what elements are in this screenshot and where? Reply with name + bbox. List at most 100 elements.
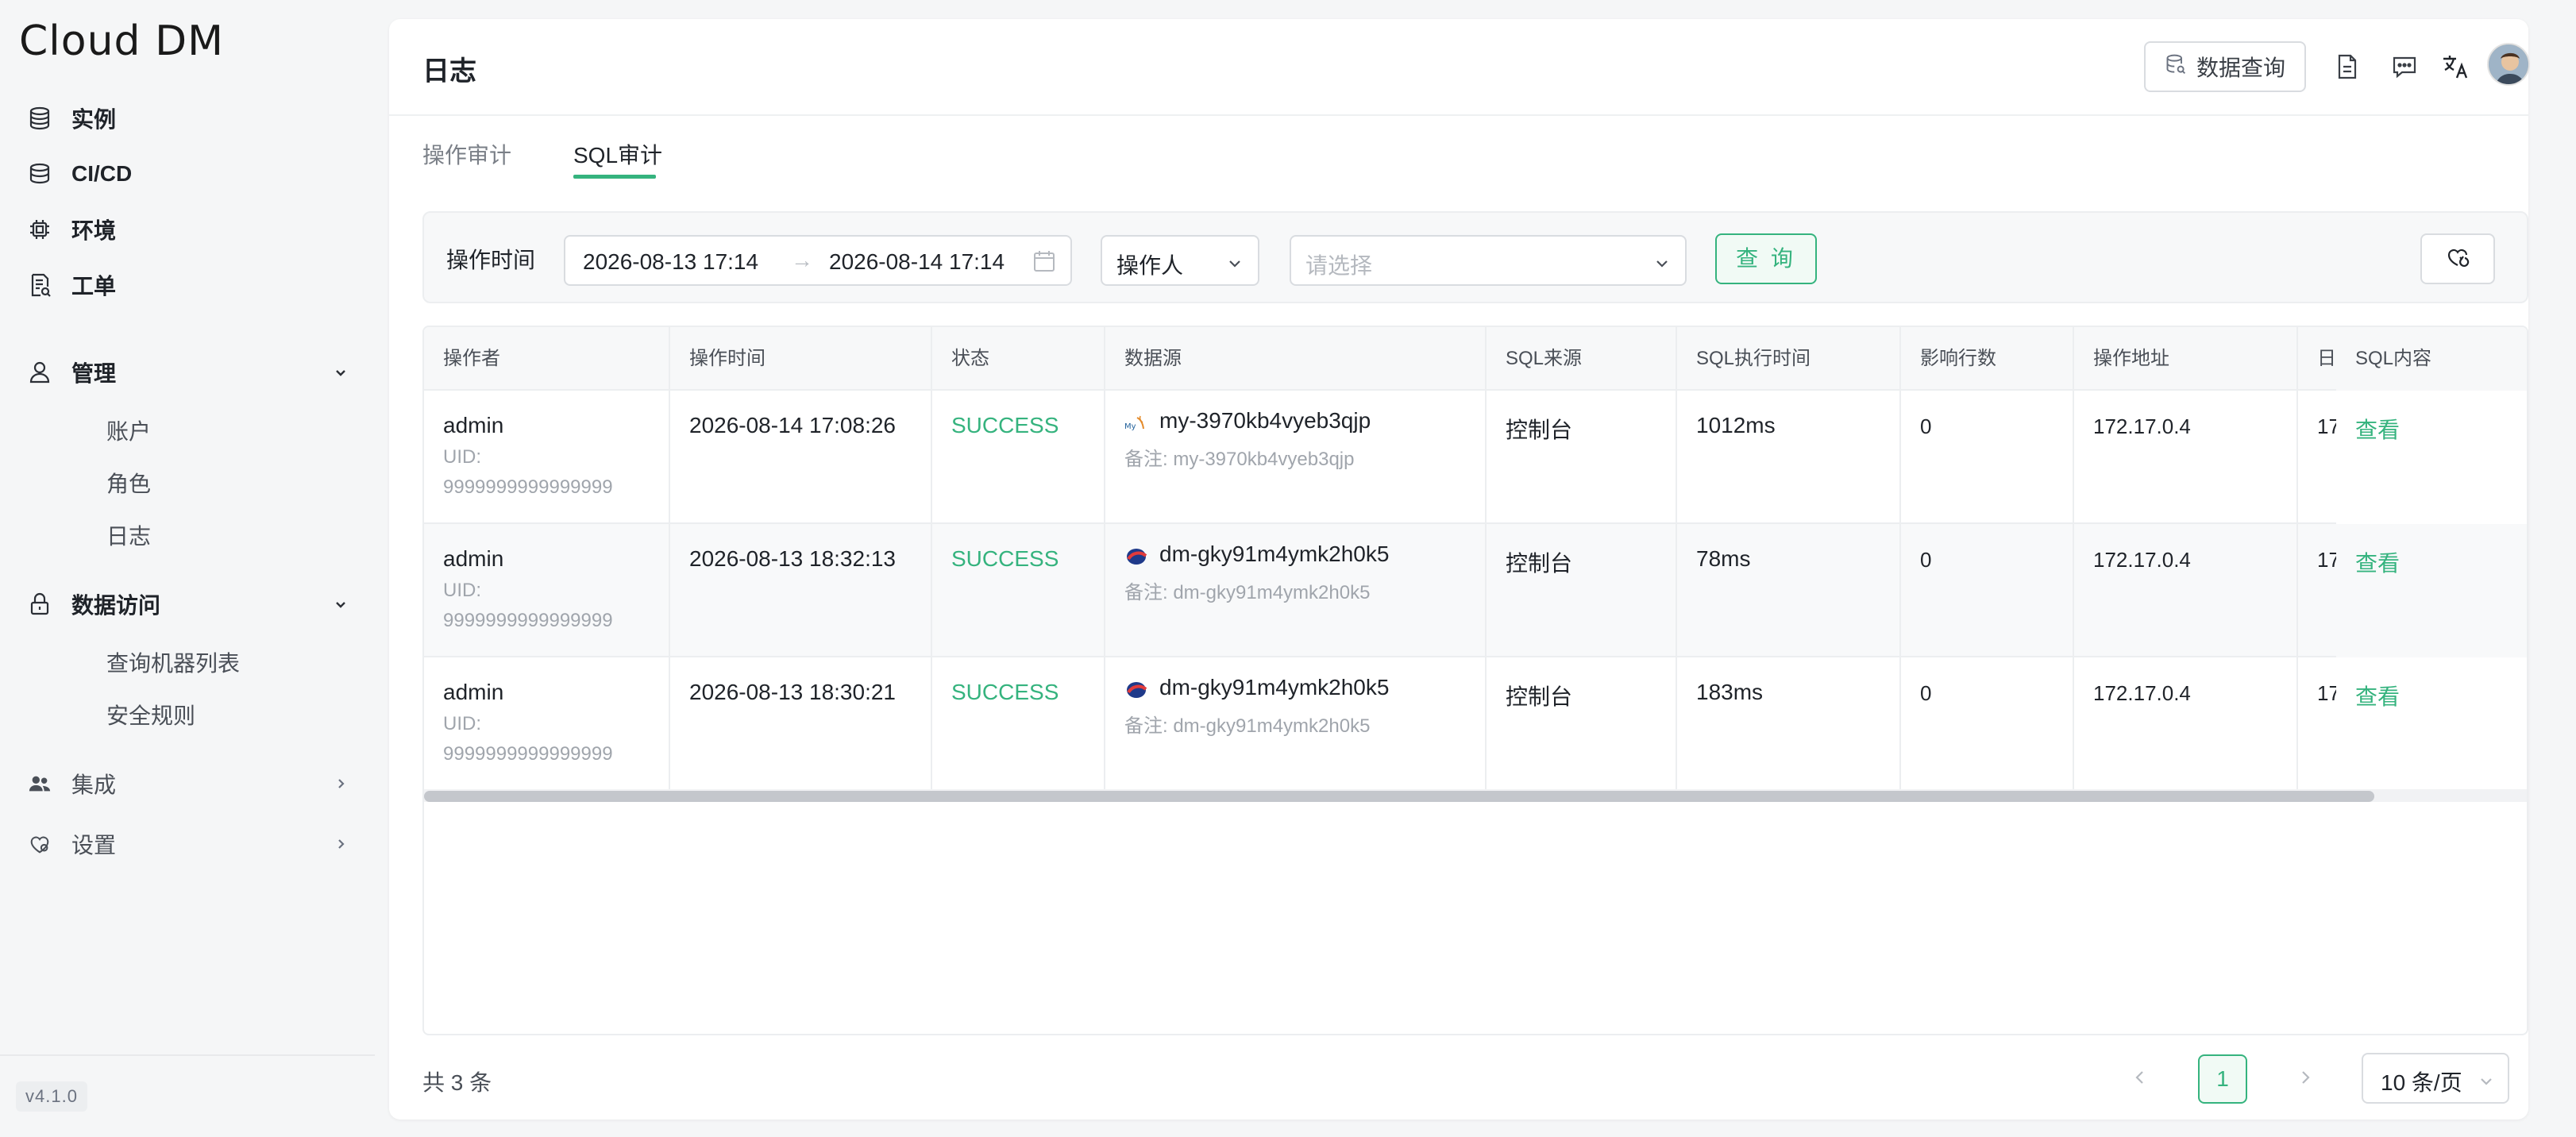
arrow-right-icon: → [791,248,813,272]
page-number-button[interactable]: 1 [2198,1054,2247,1104]
cell-sql-content: 查看 [2336,391,2527,524]
uid-value: 9999999999999999 [443,743,613,765]
sidebar-item-tickets[interactable]: 工单 [25,265,351,305]
sidebar-item-cicd[interactable]: CI/CD [25,154,351,194]
status-badge: SUCCESS [951,413,1059,437]
tab-sql-audit[interactable]: SQL审计 [573,138,662,170]
tab-operation-audit[interactable]: 操作审计 [422,138,511,170]
data-query-button[interactable]: 数据查询 [2144,41,2306,92]
tab-active-indicator [573,175,656,179]
datasource-name[interactable]: my-3970kb4vyeb3qjp [1159,408,1371,434]
operation-time: 2026-08-13 18:32:13 [689,546,896,571]
dm-db-icon [1124,680,1148,700]
cell-sql-content: 查看 [2336,524,2527,657]
filter-bar: 操作时间 2026-08-13 17:14 → 2026-08-14 17:14… [422,211,2528,303]
chevron-right-icon [330,773,351,794]
document-icon[interactable] [2330,49,2365,84]
sidebar-subitem-accounts[interactable]: 账户 [106,414,151,449]
sidebar-subitem-query-machines[interactable]: 查询机器列表 [106,646,240,681]
column-header-time: 操作时间 [670,327,932,391]
date-end[interactable]: 2026-08-14 17:14 [829,249,1005,275]
avatar[interactable] [2487,43,2530,86]
view-link[interactable]: 查看 [2355,413,2400,445]
datasource-note: 备注: dm-gky91m4ymk2h0k5 [1124,715,1371,737]
cell-status: SUCCESS [932,391,1105,524]
sql-source: 控制台 [1506,551,1573,576]
table-header: 操作者 操作时间 状态 数据源 SQL来源 SQL执行时间 影响行数 操作地址 … [424,327,2527,391]
horizontal-scrollbar[interactable] [424,789,2527,802]
prev-page-button[interactable] [2115,1054,2165,1104]
chevron-left-icon [2131,1069,2149,1090]
sidebar-item-data-access[interactable]: 数据访问 [25,584,351,624]
sidebar-item-instances[interactable]: 实例 [25,98,351,138]
operation-time: 2026-08-14 17:08:26 [689,413,896,437]
cell-operator: admin UID: 9999999999999999 [424,524,670,657]
operator-name: admin [443,413,504,437]
chevron-down-icon [330,362,351,383]
chat-icon[interactable] [2387,49,2422,84]
scrollbar-thumb[interactable] [424,791,2374,802]
operator-name: admin [443,546,504,571]
sidebar-item-label: 管理 [71,361,117,386]
status-badge: SUCCESS [951,546,1059,571]
affected-rows: 0 [1920,681,1932,705]
translate-icon[interactable] [2438,49,2473,84]
uid-value: 9999999999999999 [443,476,613,498]
exec-time: 1012ms [1696,413,1776,437]
chevron-down-icon [1226,252,1244,270]
column-header-exec-time: SQL执行时间 [1677,327,1901,391]
cell-datasource: dm-gky91m4ymk2h0k5 备注: dm-gky91m4ymk2h0k… [1105,657,1487,791]
exec-time: 183ms [1696,680,1764,704]
datasource-name[interactable]: dm-gky91m4ymk2h0k5 [1159,542,1389,567]
sidebar-item-manage[interactable]: 管理 [25,353,351,392]
cell-datasource: dm-gky91m4ymk2h0k5 备注: dm-gky91m4ymk2h0k… [1105,524,1487,657]
cell-sql-source: 控制台 [1487,657,1677,791]
cell-sql-content: 查看 [2336,657,2527,791]
sidebar-item-label: 集成 [71,773,117,797]
datasource-name[interactable]: dm-gky91m4ymk2h0k5 [1159,675,1389,700]
sidebar-item-label: CI/CD [71,161,133,186]
sidebar-item-integration[interactable]: 集成 [25,764,351,804]
sidebar-item-settings[interactable]: 设置 [25,824,351,864]
datasource-note: 备注: my-3970kb4vyeb3qjp [1124,449,1355,470]
uid-label: UID: [443,580,481,601]
datasource-note: 备注: dm-gky91m4ymk2h0k5 [1124,582,1371,603]
operator-select-value: 操作人 [1116,253,1184,278]
sidebar-subitem-logs[interactable]: 日志 [106,519,151,554]
chevron-right-icon [2296,1069,2314,1090]
sidebar-item-environment[interactable]: 环境 [25,210,351,249]
view-link[interactable]: 查看 [2355,680,2400,711]
refresh-button[interactable] [2420,233,2495,284]
date-start[interactable]: 2026-08-13 17:14 [583,249,758,275]
date-range-picker[interactable]: 2026-08-13 17:14 → 2026-08-14 17:14 [564,235,1072,286]
page-size-select[interactable]: 10 条/页 [2362,1053,2509,1104]
column-header-address: 操作地址 [2074,327,2298,391]
uid-value: 9999999999999999 [443,610,613,631]
app-logo: Cloud DM [19,17,224,65]
calendar-icon [1032,249,1058,275]
operation-time: 2026-08-13 18:30:21 [689,680,896,704]
chevron-right-icon [330,834,351,854]
cell-status: SUCCESS [932,657,1105,791]
view-link[interactable]: 查看 [2355,546,2400,578]
cell-address: 172.17.0.4 [2074,657,2298,791]
affected-rows: 0 [1920,414,1932,438]
operator-select[interactable]: 操作人 [1101,235,1259,286]
database-icon [25,104,54,133]
column-header-operator: 操作者 [424,327,670,391]
query-button[interactable]: 查 询 [1715,233,1817,284]
cell-time: 2026-08-13 18:32:13 [670,524,932,657]
sidebar-subitem-security-rules[interactable]: 安全规则 [106,699,195,734]
cell-affected-rows: 0 [1901,657,2074,791]
cell-operator: admin UID: 9999999999999999 [424,657,670,791]
column-header-sql-source: SQL来源 [1487,327,1677,391]
operation-address: 172.17.0.4 [2093,548,2191,572]
chip-icon [25,215,54,244]
column-header-sql-content: SQL内容 [2336,327,2527,391]
user-select[interactable]: 请选择 [1290,235,1687,286]
sidebar-subitem-roles[interactable]: 角色 [106,467,151,502]
sql-source: 控制台 [1506,684,1573,709]
next-page-button[interactable] [2281,1054,2330,1104]
cell-sql-source: 控制台 [1487,391,1677,524]
page-title: 日志 [422,56,476,87]
